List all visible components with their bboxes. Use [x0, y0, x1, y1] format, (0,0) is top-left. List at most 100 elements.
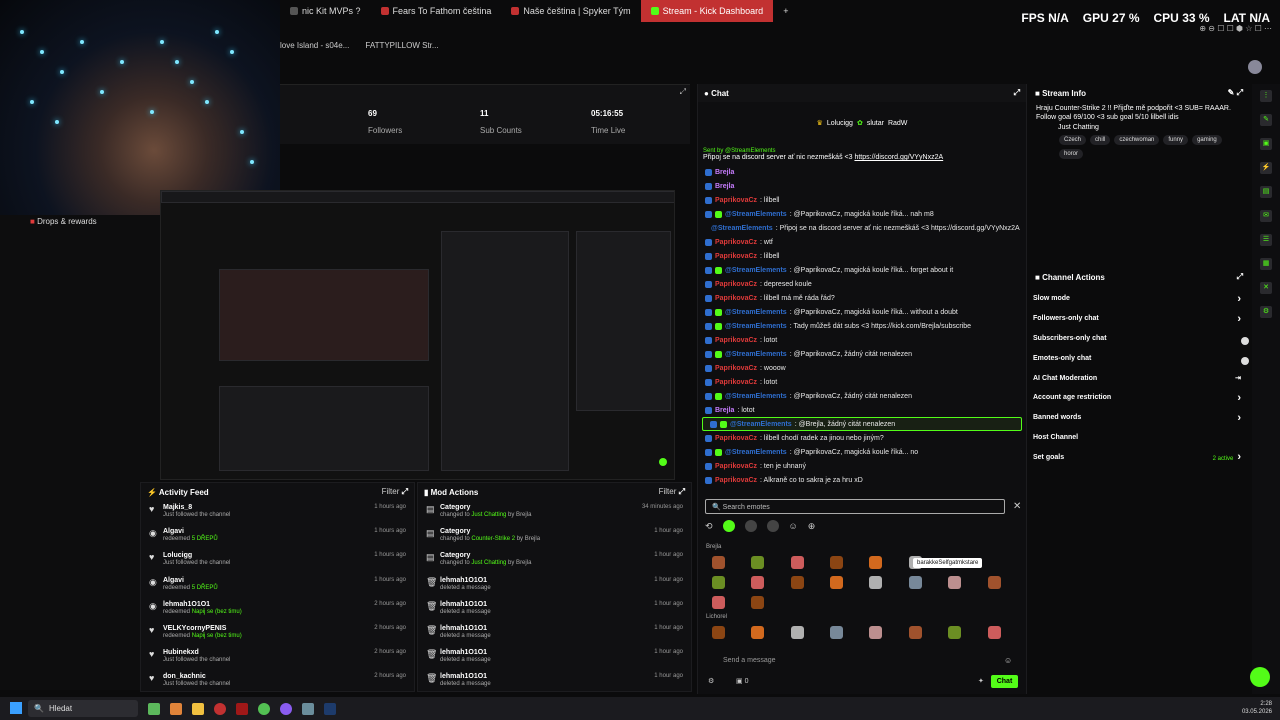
edit-icon[interactable]: ✎ ⤢	[1228, 88, 1243, 98]
emote[interactable]	[830, 626, 843, 639]
settings-icon[interactable]: ⚙	[708, 677, 714, 685]
chat-username[interactable]: @StreamElements	[725, 393, 787, 400]
chat-username[interactable]: Brejla	[715, 407, 734, 414]
stream-icon[interactable]: ▣	[1260, 138, 1272, 150]
chat-message[interactable]: Brejla	[698, 179, 1026, 193]
channel-action-subscribers-only-chat[interactable]: Subscribers-only chat	[1029, 329, 1249, 349]
app-icon[interactable]	[236, 702, 248, 715]
chat-message[interactable]: PaprikovaCz: lilbell	[698, 193, 1026, 207]
channel-action-control[interactable]: ⇥	[1235, 374, 1241, 382]
gear-icon[interactable]: ⚙	[1260, 306, 1272, 318]
chat-message[interactable]: @StreamElements: @PaprikovaCz, žádný cit…	[698, 347, 1026, 361]
windows-start-icon[interactable]	[10, 702, 22, 714]
chat-message[interactable]: PaprikovaCz: wtf	[698, 235, 1026, 249]
chat-username[interactable]: @StreamElements	[725, 309, 787, 316]
chat-username[interactable]: PaprikovaCz	[715, 281, 757, 288]
browser-tab[interactable]: Stream - Kick Dashboard	[640, 0, 774, 22]
avatar[interactable]	[1248, 60, 1262, 74]
sidebar-item-drops[interactable]: ■ Drops & rewards	[30, 217, 97, 226]
chat-username[interactable]: @StreamElements	[725, 351, 787, 358]
chat-username[interactable]: @StreamElements	[730, 421, 792, 428]
channel-action-slow-mode[interactable]: Slow mode ›	[1029, 289, 1249, 309]
browser-tab[interactable]: Fears To Fathom čeština	[371, 0, 502, 22]
channel-action-control[interactable]: ›	[1237, 412, 1241, 424]
help-icon[interactable]	[1250, 667, 1270, 687]
chat-icon[interactable]: ✉	[1260, 210, 1272, 222]
filter-button[interactable]: Filter	[659, 487, 677, 496]
stream-tag[interactable]: Czech	[1059, 135, 1087, 145]
chat-message[interactable]: @StreamElements: @PaprikovaCz, magická k…	[698, 305, 1026, 319]
list-icon[interactable]: ☰	[1260, 234, 1272, 246]
tab-kick-emotes[interactable]	[722, 520, 735, 532]
tab-channel2-emotes[interactable]	[766, 520, 779, 532]
chat-message[interactable]: PaprikovaCz: ten je uhnaný	[698, 459, 1026, 473]
channel-action-control[interactable]: ›	[1237, 293, 1241, 305]
chat-username[interactable]: PaprikovaCz	[715, 253, 757, 260]
emote[interactable]	[869, 556, 882, 569]
chat-message[interactable]: @StreamElements: @PaprikovaCz, žádný cit…	[698, 389, 1026, 403]
pinned-link[interactable]: https://discord.gg/VYyNxz2A	[854, 154, 943, 161]
bookmark-item[interactable]: love Island - s04e...	[280, 41, 349, 50]
emote[interactable]	[712, 576, 725, 589]
chat-input[interactable]: Send a message	[705, 653, 1020, 669]
chat-message[interactable]: Brejla: lotot	[698, 403, 1026, 417]
chat-message[interactable]: @StreamElements: @PaprikovaCz, magická k…	[698, 445, 1026, 459]
steam-icon[interactable]	[324, 702, 336, 715]
chat-username[interactable]: PaprikovaCz	[715, 477, 757, 484]
xbox-icon[interactable]	[148, 702, 160, 715]
obs-icon[interactable]	[302, 702, 314, 715]
emote[interactable]	[830, 556, 843, 569]
chat-message[interactable]: PaprikovaCz: lilbell	[698, 249, 1026, 263]
close-icon[interactable]: ✕	[1013, 501, 1021, 512]
emote[interactable]	[751, 626, 764, 639]
spotify-icon[interactable]	[258, 702, 270, 715]
chat-username[interactable]: @StreamElements	[725, 267, 787, 274]
chat-message[interactable]: PaprikovaCz: lotot	[698, 333, 1026, 347]
emote[interactable]	[791, 556, 804, 569]
menu-icon[interactable]: ⋮	[1260, 90, 1272, 102]
recent-icon[interactable]: ⟲	[705, 521, 713, 532]
chat-message-list[interactable]: Brejla Brejla PaprikovaCz: lilbell @StreamE…	[698, 165, 1026, 487]
chat-message[interactable]: PaprikovaCz: depresed koule	[698, 277, 1026, 291]
bookmark-item[interactable]: FATTYPILLOW Str...	[365, 41, 438, 50]
emote[interactable]	[988, 626, 1001, 639]
emote[interactable]	[712, 626, 725, 639]
emote-search-input[interactable]: 🔍 Search emotes	[705, 499, 1005, 514]
browser-toolbar-icons[interactable]: ⊕ ⊖ ☐ ☐ ⬢ ☆ ☐ ⋯	[1199, 24, 1272, 33]
pencil-icon[interactable]: ✎	[1260, 114, 1272, 126]
chat-username[interactable]: @StreamElements	[725, 323, 787, 330]
channel-action-account-age-restriction[interactable]: Account age restriction ›	[1029, 388, 1249, 408]
chat-username[interactable]: PaprikovaCz	[715, 365, 757, 372]
chat-message[interactable]: @StreamElements: Tady můžeš dát subs <3 …	[698, 319, 1026, 333]
chat-message[interactable]: @StreamElements: Připoj se na discord se…	[698, 221, 1026, 235]
emote[interactable]	[751, 576, 764, 589]
gift-icon[interactable]: ✦	[978, 677, 984, 685]
chat-username[interactable]: Brejla	[715, 169, 734, 176]
emoji-icon[interactable]: ☺	[789, 521, 798, 531]
emote[interactable]	[712, 556, 725, 569]
channel-action-set-goals[interactable]: Set goals 2 active ›	[1029, 447, 1249, 467]
expand-icon[interactable]: ⤢	[680, 87, 686, 97]
emote[interactable]	[948, 576, 961, 589]
channel-action-emotes-only-chat[interactable]: Emotes-only chat	[1029, 348, 1249, 368]
chat-message[interactable]: PaprikovaCz: lotot	[698, 375, 1026, 389]
chat-username[interactable]: @StreamElements	[725, 449, 787, 456]
stream-preview[interactable]	[160, 190, 675, 480]
chat-username[interactable]: @StreamElements	[725, 211, 787, 218]
chat-username[interactable]: PaprikovaCz	[715, 337, 757, 344]
send-chat-button[interactable]: Chat	[991, 675, 1018, 688]
popout-icon[interactable]: ⤢	[1014, 88, 1020, 98]
bolt-icon[interactable]: ⚡	[1260, 162, 1272, 174]
chat-username[interactable]: PaprikovaCz	[715, 463, 757, 470]
channel-action-followers-only-chat[interactable]: Followers-only chat ›	[1029, 309, 1249, 329]
chat-message[interactable]: @StreamElements: @Brejla, žádný citát ne…	[702, 417, 1022, 431]
emote[interactable]	[712, 596, 725, 609]
globe-icon[interactable]: ⊕	[808, 521, 816, 532]
emote-icon[interactable]: ☺	[1004, 656, 1012, 665]
tab-channel-emotes[interactable]	[744, 520, 757, 532]
chat-username[interactable]: PaprikovaCz	[715, 379, 757, 386]
emote[interactable]	[869, 626, 882, 639]
browser-tab[interactable]: nic Kit MVPs ?	[280, 0, 371, 22]
chat-username[interactable]: PaprikovaCz	[715, 435, 757, 442]
channel-action-ai-chat-moderation[interactable]: AI Chat Moderation ⇥	[1029, 368, 1249, 388]
